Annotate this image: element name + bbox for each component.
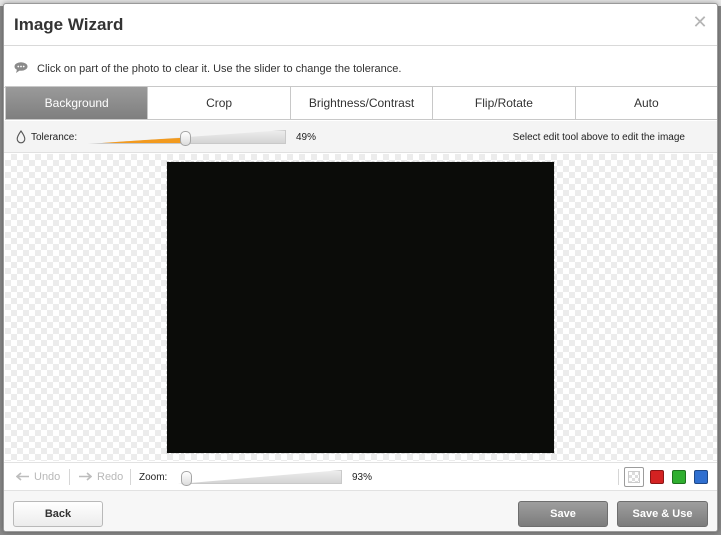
tolerance-value: 49% <box>296 132 317 143</box>
zoom-slider[interactable] <box>178 470 342 484</box>
tolerance-row: Tolerance: 49% Select edit tool above to… <box>4 121 717 153</box>
redo-button[interactable]: Redo <box>97 471 123 483</box>
tool-tabs: Background Crop Brightness/Contrast Flip… <box>5 86 717 120</box>
separator <box>69 469 70 485</box>
close-icon[interactable]: ✕ <box>692 13 708 31</box>
zoom-slider-handle[interactable] <box>181 471 193 486</box>
dialog-header: Image Wizard ✕ <box>4 4 717 46</box>
save-button[interactable]: Save <box>518 501 608 527</box>
separator <box>130 469 131 485</box>
undo-icon[interactable] <box>16 472 30 482</box>
back-button[interactable]: Back <box>13 501 103 527</box>
bg-color-blue[interactable] <box>694 470 708 484</box>
bg-color-green[interactable] <box>672 470 686 484</box>
droplet-icon <box>16 130 26 144</box>
tab-brightness-contrast[interactable]: Brightness/Contrast <box>290 87 434 119</box>
dialog-title: Image Wizard <box>14 15 124 34</box>
redo-icon[interactable] <box>78 472 92 482</box>
tab-auto[interactable]: Auto <box>575 87 717 119</box>
tolerance-slider-fill <box>89 137 187 143</box>
undo-button[interactable]: Undo <box>34 471 60 483</box>
zoom-label: Zoom: <box>139 472 168 483</box>
zoom-toolbar: Undo Redo Zoom: 93% <box>4 462 717 490</box>
save-and-use-button[interactable]: Save & Use <box>617 501 708 527</box>
instruction-text: Click on part of the photo to clear it. … <box>37 63 402 75</box>
instruction-bar: Click on part of the photo to clear it. … <box>4 47 717 88</box>
tolerance-slider-handle[interactable] <box>180 131 192 146</box>
dialog-footer: Back Save Save & Use <box>4 490 717 531</box>
image-wizard-dialog: Image Wizard ✕ Click on part of the phot… <box>3 3 718 532</box>
photo[interactable] <box>166 161 555 454</box>
bg-color-red[interactable] <box>650 470 664 484</box>
edit-hint: Select edit tool above to edit the image <box>512 132 685 143</box>
checker-swatch-icon <box>628 471 640 483</box>
tab-crop[interactable]: Crop <box>148 87 291 119</box>
tab-background[interactable]: Background <box>6 87 149 119</box>
separator <box>618 469 619 485</box>
image-canvas[interactable] <box>5 154 717 461</box>
zoom-value: 93% <box>352 472 373 483</box>
tolerance-label: Tolerance: <box>31 132 78 143</box>
speech-bubble-icon <box>14 62 28 73</box>
bg-color-transparent[interactable] <box>624 467 644 487</box>
tab-flip-rotate[interactable]: Flip/Rotate <box>433 87 576 119</box>
